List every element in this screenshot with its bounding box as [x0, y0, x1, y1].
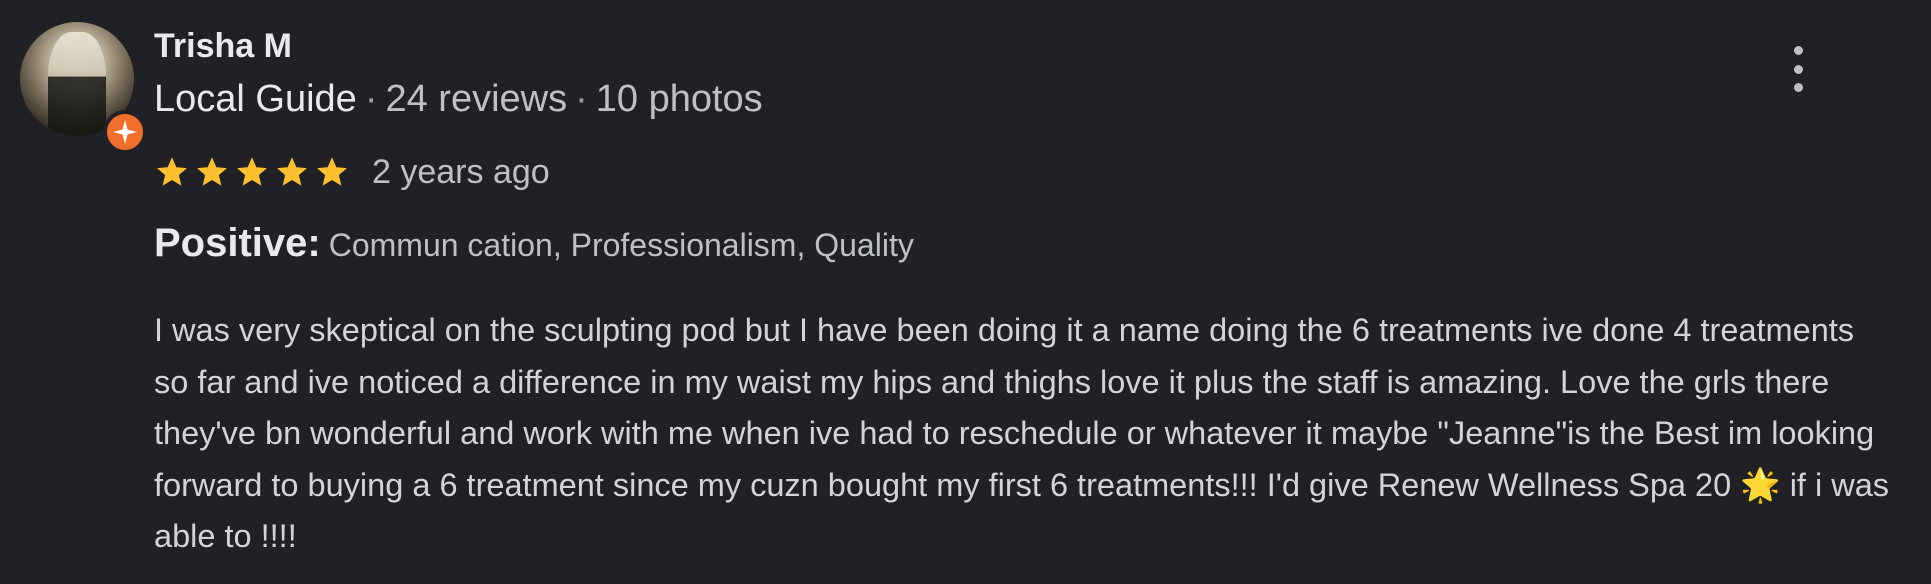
avatar-container[interactable]: [20, 22, 147, 154]
menu-dot: [1793, 83, 1803, 92]
meta-separator: ·: [575, 78, 588, 120]
menu-dot: [1793, 46, 1803, 55]
star-rating: [154, 154, 350, 190]
review-time: 2 years ago: [372, 152, 550, 191]
positive-items: Commun cation, Professionalism, Quality: [328, 227, 914, 263]
star-icon: [157, 157, 187, 186]
star-icon: [277, 157, 307, 186]
more-options-icon[interactable]: [1778, 46, 1818, 92]
local-guide-badge-icon: [103, 110, 147, 154]
avatar-photo: [48, 32, 106, 136]
star-icon: [197, 157, 227, 186]
author-meta: Local Guide · 24 reviews · 10 photos: [154, 76, 763, 122]
menu-dot: [1793, 64, 1803, 74]
positive-highlights: Positive: Commun cation, Professionalism,…: [154, 218, 914, 270]
rating-row: 2 years ago: [154, 150, 550, 194]
author-level: Local Guide: [154, 78, 357, 120]
positive-label: Positive:: [154, 221, 321, 265]
star-icon: [237, 157, 267, 186]
review-card: Trisha M Local Guide · 24 reviews · 10 photo…: [0, 0, 1931, 584]
meta-separator: ·: [364, 78, 378, 120]
review-body: I was very skeptical on the sculpting po…: [154, 312, 1890, 554]
local-guide-star-icon: [113, 120, 137, 144]
photos-count: 10 photos: [595, 78, 763, 120]
reviews-count: 24 reviews: [385, 78, 568, 120]
star-icon: [317, 157, 347, 186]
author-name[interactable]: Trisha M: [154, 26, 292, 66]
